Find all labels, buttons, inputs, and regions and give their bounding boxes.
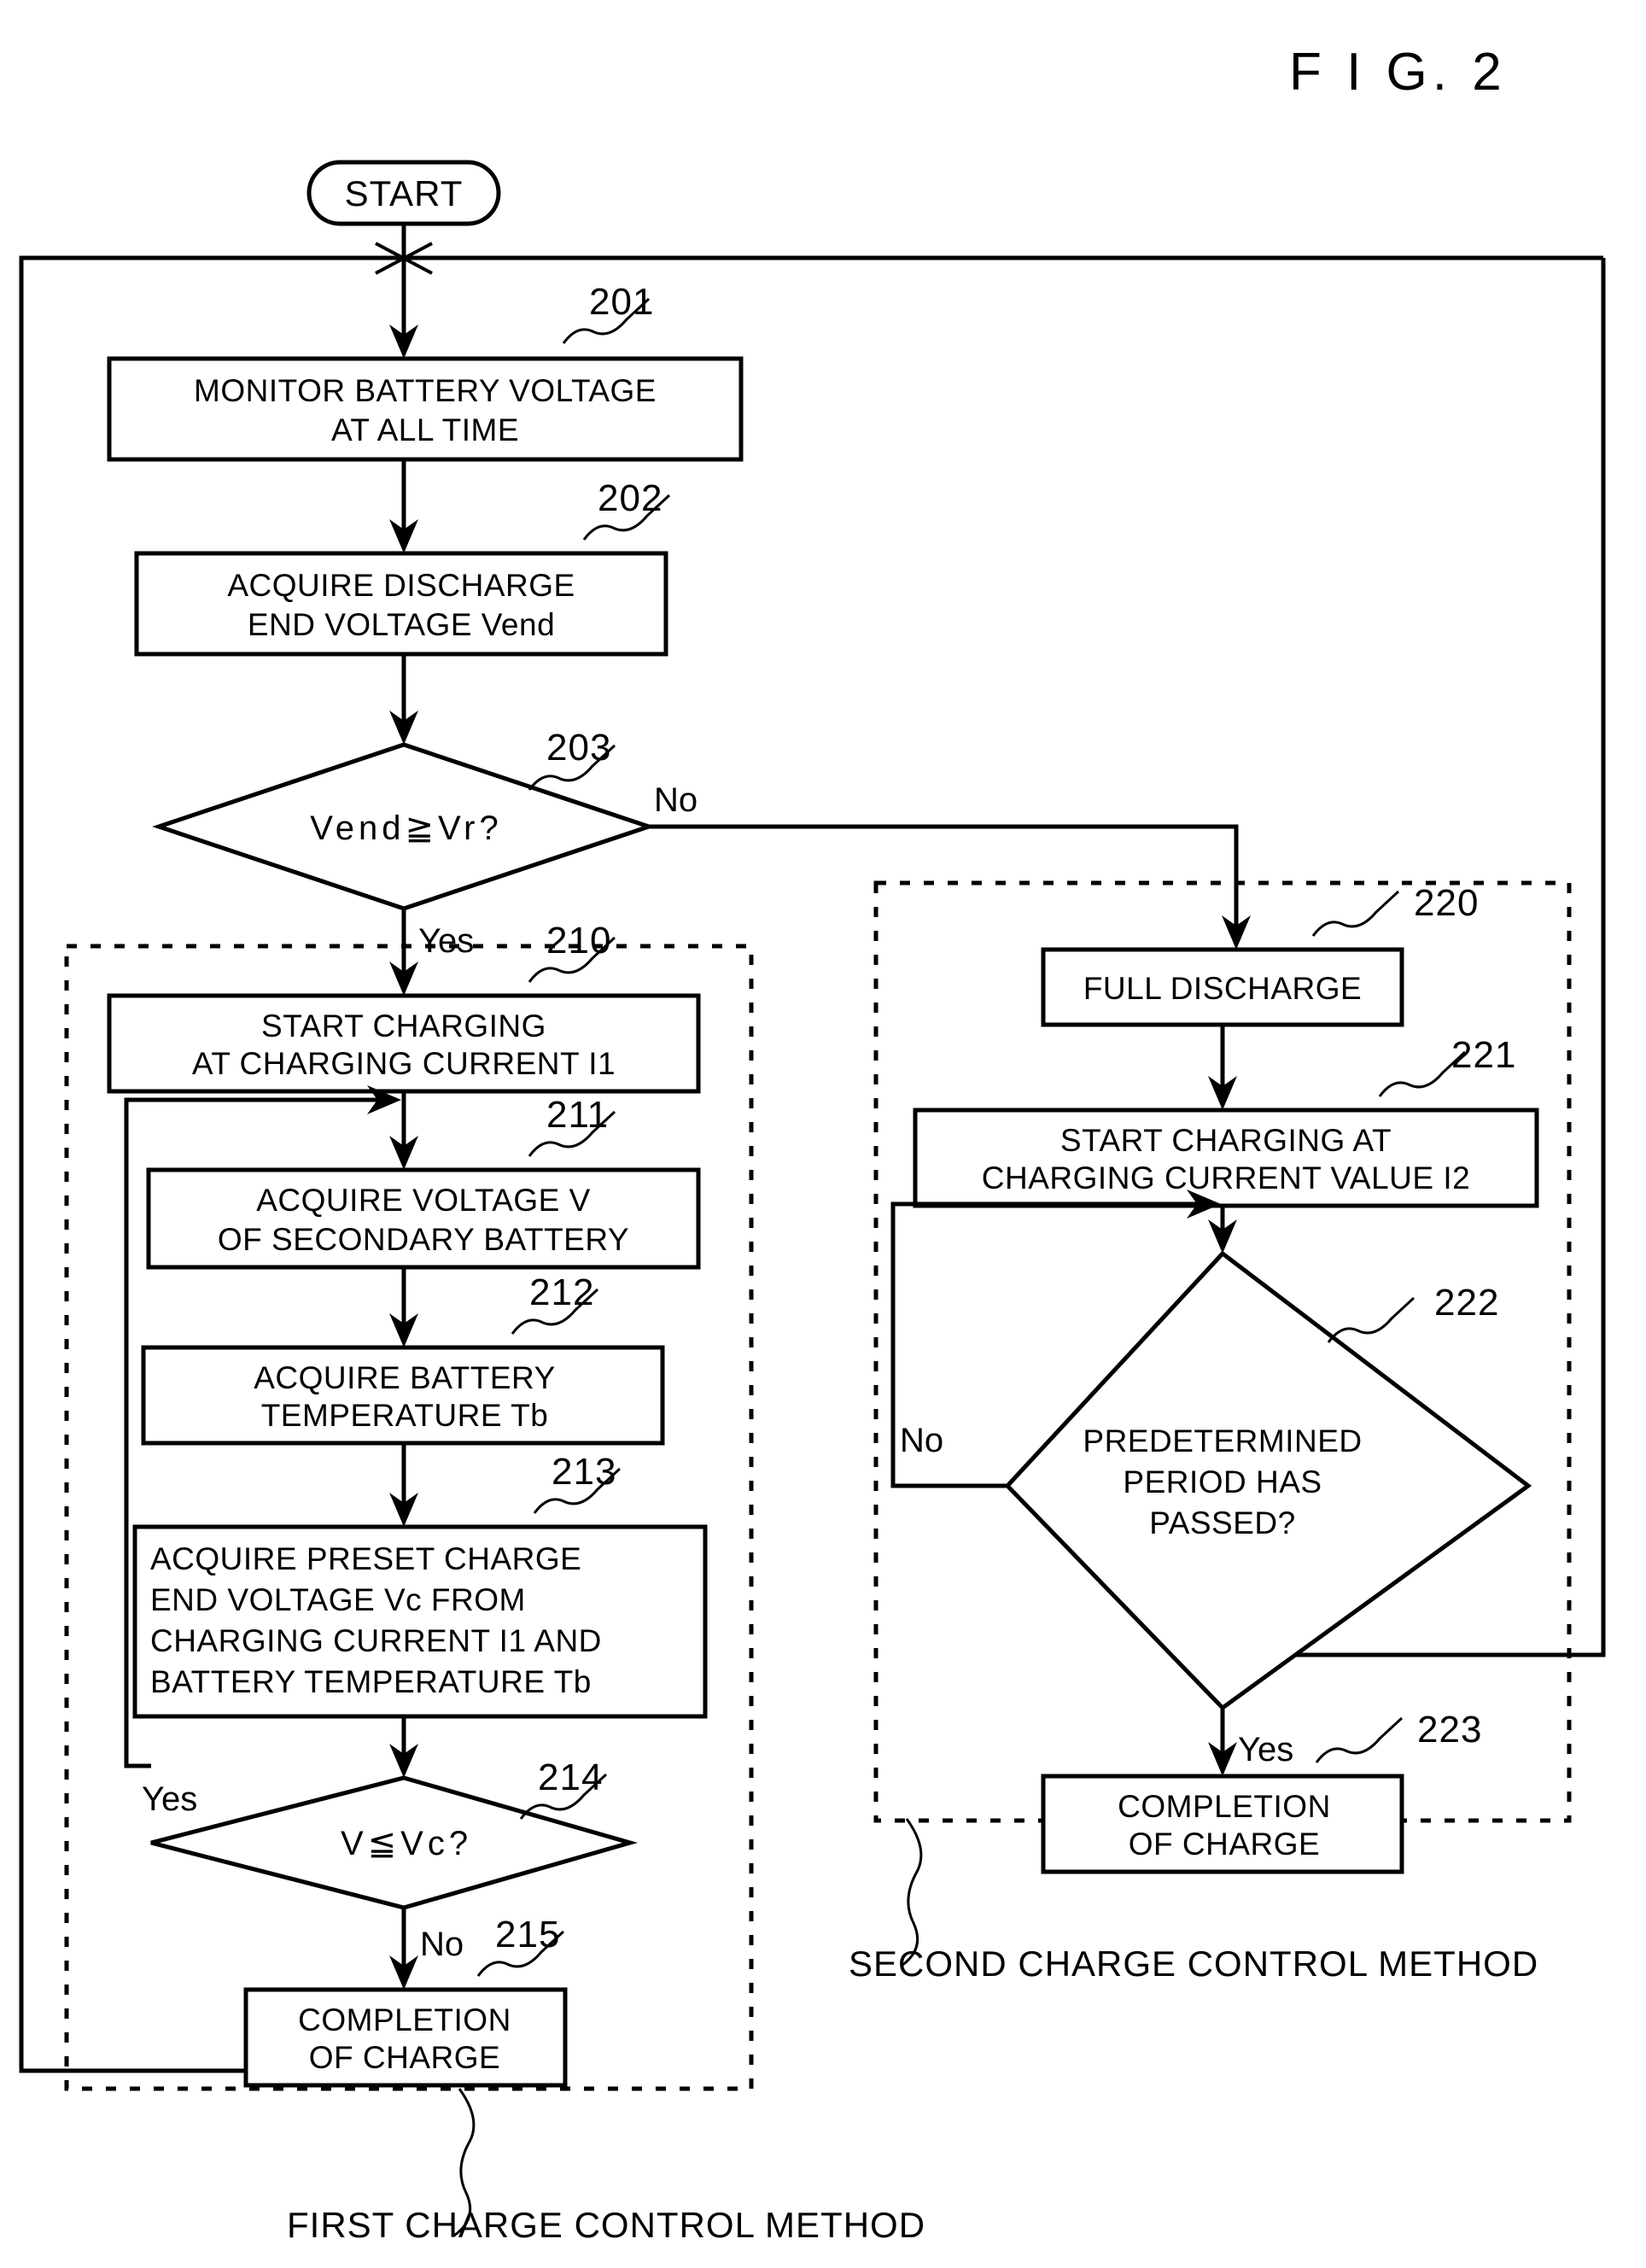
decision-222-line-3: PASSED? bbox=[1149, 1505, 1295, 1540]
step-210-ref: 210 bbox=[546, 920, 611, 962]
first-method-caption: FIRST CHARGE CONTROL METHOD bbox=[287, 2088, 925, 2245]
decision-222-leader bbox=[1327, 1296, 1415, 1343]
step-211: ACQUIRE VOLTAGE V OF SECONDARY BATTERY 2… bbox=[146, 1094, 701, 1347]
first-method-label: FIRST CHARGE CONTROL METHOD bbox=[287, 2205, 925, 2245]
step-221-line-1: START CHARGING AT bbox=[1060, 1123, 1392, 1158]
step-210-line-1: START CHARGING bbox=[261, 1008, 546, 1043]
step-223-leader bbox=[1315, 1716, 1404, 1763]
step-212-line-2: TEMPERATURE Tb bbox=[261, 1398, 549, 1433]
figure-page: F I G. 2 START MONITOR BATTERY VOLTAGE A… bbox=[0, 0, 1646, 2268]
step-201-ref: 201 bbox=[589, 281, 654, 323]
second-method-label: SECOND CHARGE CONTROL METHOD bbox=[849, 1944, 1538, 1984]
start-label: START bbox=[345, 173, 464, 213]
decision-203-condition: Vend≧Vr? bbox=[310, 810, 503, 847]
flowchart-canvas: F I G. 2 START MONITOR BATTERY VOLTAGE A… bbox=[19, 43, 1606, 2245]
step-212-line-1: ACQUIRE BATTERY bbox=[254, 1360, 556, 1395]
step-213-line-1: ACQUIRE PRESET CHARGE bbox=[150, 1541, 581, 1576]
decision-222-yes-label: Yes bbox=[1238, 1731, 1293, 1768]
decision-203-ref: 203 bbox=[546, 727, 611, 769]
decision-203-no-label: No bbox=[654, 781, 698, 819]
decision-214-condition: V≦Vc? bbox=[341, 1825, 472, 1862]
step-215-line-2: OF CHARGE bbox=[309, 2040, 500, 2075]
start-node: START bbox=[306, 160, 501, 359]
step-221-line-2: CHARGING CURRENT VALUE I2 bbox=[982, 1160, 1470, 1195]
step-202-line-1: ACQUIRE DISCHARGE bbox=[227, 568, 575, 603]
decision-222-no-label: No bbox=[900, 1422, 943, 1459]
step-223-line-2: OF CHARGE bbox=[1129, 1827, 1320, 1862]
step-213-line-2: END VOLTAGE Vc FROM bbox=[150, 1582, 526, 1617]
step-201-line-2: AT ALL TIME bbox=[331, 412, 519, 447]
step-215-line-1: COMPLETION bbox=[298, 2002, 511, 2037]
decision-222-line-1: PREDETERMINED bbox=[1083, 1423, 1362, 1458]
step-210-line-2: AT CHARGING CURRENT I1 bbox=[192, 1046, 616, 1081]
decision-214-no-label: No bbox=[420, 1926, 464, 1963]
decision-222-ref: 222 bbox=[1434, 1282, 1499, 1324]
step-220-line-1: FULL DISCHARGE bbox=[1083, 971, 1362, 1006]
step-213-line-3: CHARGING CURRENT I1 AND bbox=[150, 1623, 602, 1658]
step-212-ref: 212 bbox=[529, 1271, 594, 1313]
decision-203-yes-label: Yes bbox=[418, 922, 474, 960]
step-202-line-2: END VOLTAGE Vend bbox=[248, 607, 555, 642]
step-220: FULL DISCHARGE 220 bbox=[1041, 882, 1479, 1110]
first-charge-control-method-region bbox=[64, 944, 754, 2091]
decision-222-line-2: PERIOD HAS bbox=[1123, 1464, 1322, 1499]
decision-214-yes-label: Yes bbox=[142, 1780, 197, 1818]
step-201-line-1: MONITOR BATTERY VOLTAGE bbox=[194, 373, 657, 408]
step-220-ref: 220 bbox=[1414, 882, 1479, 924]
decision-214-ref: 214 bbox=[538, 1757, 603, 1798]
decision-222: PREDETERMINED PERIOD HAS PASSED? 222 No … bbox=[900, 1250, 1532, 1776]
step-211-line-1: ACQUIRE VOLTAGE V bbox=[256, 1183, 591, 1218]
step-220-leader bbox=[1311, 890, 1400, 937]
step-211-ref: 211 bbox=[546, 1094, 609, 1136]
step-202-ref: 202 bbox=[598, 477, 662, 519]
figure-title: F I G. 2 bbox=[1289, 43, 1507, 102]
step-213: ACQUIRE PRESET CHARGE END VOLTAGE Vc FRO… bbox=[132, 1451, 708, 1778]
step-215-ref: 215 bbox=[495, 1914, 560, 1955]
step-213-line-4: BATTERY TEMPERATURE Tb bbox=[150, 1664, 592, 1699]
step-223-ref: 223 bbox=[1417, 1709, 1482, 1751]
line-203-no-to-220 bbox=[649, 824, 1239, 932]
step-221: START CHARGING AT CHARGING CURRENT VALUE… bbox=[913, 1034, 1539, 1254]
step-213-ref: 213 bbox=[552, 1451, 616, 1493]
step-211-line-2: OF SECONDARY BATTERY bbox=[218, 1222, 629, 1257]
step-223-line-1: COMPLETION bbox=[1118, 1789, 1331, 1824]
step-221-ref: 221 bbox=[1451, 1034, 1516, 1076]
